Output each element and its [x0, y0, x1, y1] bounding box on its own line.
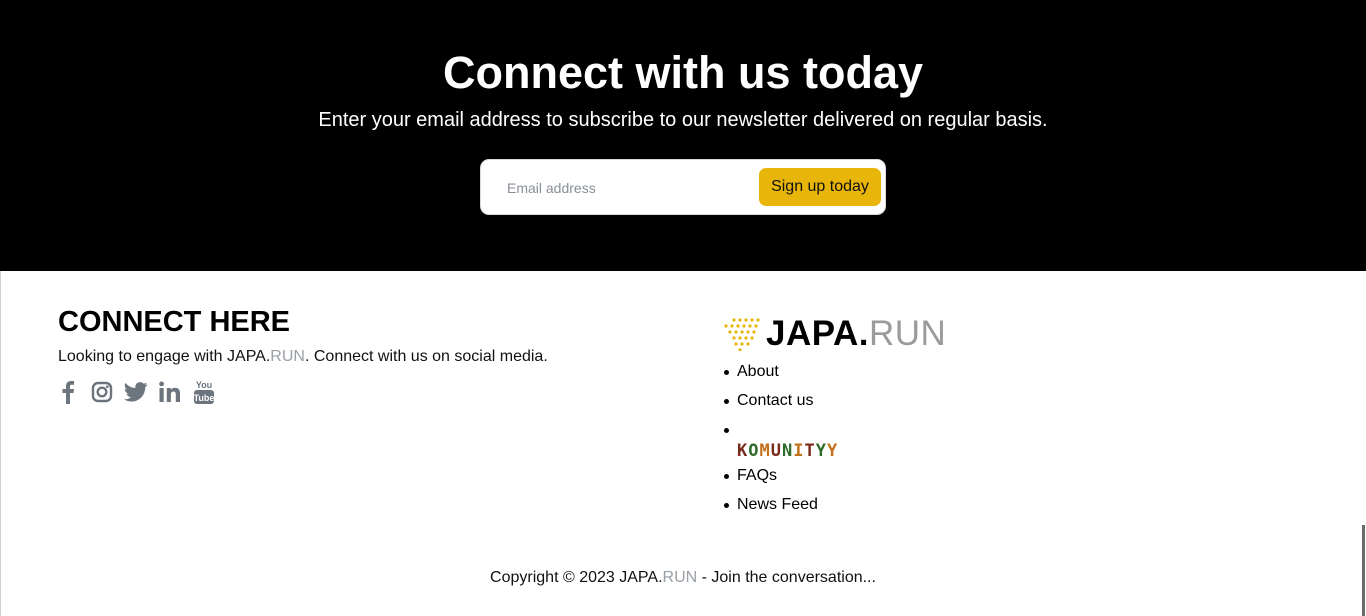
connect-description: Looking to engage with JAPA.RUN. Connect…: [58, 347, 548, 367]
newsletter-title: Connect with us today: [442, 47, 923, 98]
footer-link-news: News Feed: [724, 493, 818, 522]
sign-up-button[interactable]: Sign up today: [759, 168, 881, 206]
social-links: You Tube: [56, 379, 216, 405]
connect-title: CONNECT HERE: [58, 306, 291, 338]
linkedin-icon[interactable]: [158, 379, 182, 405]
footer-link-komunity: KOMUNITYY: [724, 418, 837, 464]
svg-text:You: You: [196, 380, 212, 390]
footer-links: About Contact us KOMUNITYY FAQs News Fee…: [724, 360, 837, 522]
arrow-dots-icon: [724, 318, 760, 351]
footer-link-about: About: [724, 360, 818, 389]
youtube-icon[interactable]: You Tube: [192, 379, 216, 405]
komunity-logo-letter: I: [793, 441, 805, 461]
komunity-logo-letter: N: [782, 441, 794, 461]
newsletter-section: Connect with us today Enter your email a…: [0, 0, 1366, 271]
komunity-logo-letter: U: [770, 441, 782, 461]
copyright-prefix: Copyright © 2023 JAPA.: [490, 569, 663, 586]
komunity-logo-letter: Y: [815, 441, 827, 461]
komunity-logo-letter: Y: [827, 441, 839, 461]
facebook-icon[interactable]: [56, 379, 80, 405]
komunity-logo-letter: O: [748, 441, 760, 461]
logo-text: JAPA.RUN: [766, 316, 946, 352]
komunity-logo-letter: M: [759, 441, 771, 461]
news-feed-link[interactable]: News Feed: [737, 496, 818, 513]
connect-text-after: . Connect with us on social media.: [304, 348, 548, 365]
page-edge-line: [0, 271, 1, 616]
faqs-link[interactable]: FAQs: [737, 467, 777, 484]
komunity-logo-letter: T: [804, 441, 816, 461]
komunity-logo-letter: K: [737, 441, 749, 461]
subscribe-form: Sign up today: [480, 159, 886, 215]
komunity-logo[interactable]: KOMUNITYY: [737, 440, 838, 462]
instagram-icon[interactable]: [90, 379, 114, 405]
connect-text-before: Looking to engage with JAPA.: [58, 348, 271, 365]
svg-text:Tube: Tube: [194, 393, 215, 403]
about-link[interactable]: About: [737, 363, 779, 380]
scrollbar-thumb[interactable]: [1362, 525, 1365, 616]
email-input[interactable]: [505, 170, 749, 206]
japa-run-logo[interactable]: JAPA.RUN: [724, 316, 946, 352]
copyright-suffix: - Join the conversation...: [697, 569, 876, 586]
copyright: Copyright © 2023 JAPA.RUN - Join the con…: [0, 568, 1366, 588]
newsletter-subtitle: Enter your email address to subscribe to…: [318, 109, 1048, 131]
footer-link-contact: Contact us: [724, 389, 818, 418]
contact-us-link[interactable]: Contact us: [737, 392, 813, 409]
logo-main: JAPA.: [766, 314, 869, 353]
logo-run: RUN: [869, 314, 947, 353]
twitter-icon[interactable]: [124, 379, 148, 405]
footer-link-faqs: FAQs: [724, 464, 818, 493]
copyright-run: RUN: [662, 569, 698, 586]
connect-text-run: RUN: [270, 348, 305, 365]
